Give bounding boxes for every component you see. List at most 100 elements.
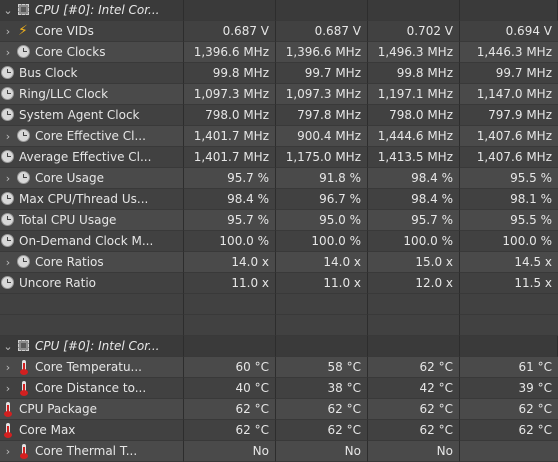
sensor-label-cell[interactable]: › ⚡ Core VIDs [0, 21, 184, 42]
sensor-label-cell[interactable]: System Agent Clock [0, 105, 184, 126]
group-header[interactable]: ⌄ CPU [#0]: Intel Cor... [0, 336, 558, 357]
sensor-value-cell: 1,407.6 MHz [460, 126, 558, 147]
sensor-label-cell[interactable]: › Core Thermal T... [0, 441, 184, 462]
sensor-label-cell[interactable]: Total CPU Usage [0, 210, 184, 231]
chevron-right-icon[interactable]: › [0, 441, 16, 461]
sensor-row[interactable]: › Core Effective Cl... 1,401.7 MHz 900.4 MH… [0, 126, 558, 147]
sensor-value-cell: 0.687 V [184, 21, 276, 42]
sensor-value-cell: 14.5 x [460, 252, 558, 273]
sensor-row[interactable]: Uncore Ratio 11.0 x 11.0 x 12.0 x 11.5 x [0, 273, 558, 294]
sensor-row[interactable]: › Core Temperatu... 60 °C 58 °C 62 °C 61 °C [0, 357, 558, 378]
chevron-right-icon[interactable]: › [0, 378, 16, 398]
sensor-label: Bus Clock [19, 65, 78, 80]
sensor-label-cell[interactable]: Ring/LLC Clock [0, 84, 184, 105]
sensor-row[interactable]: Bus Clock 99.8 MHz 99.7 MHz 99.8 MHz 99.7 MH… [0, 63, 558, 84]
sensor-value-cell: 1,444.6 MHz [368, 126, 460, 147]
sensor-label-cell[interactable]: › Core Effective Cl... [0, 126, 184, 147]
clock-icon-shape [1, 213, 14, 226]
sensor-value-cell: No [184, 441, 276, 462]
sensor-label-cell[interactable]: On-Demand Clock M... [0, 231, 184, 252]
clock-icon [0, 86, 16, 102]
chevron-down-icon[interactable]: ⌄ [0, 336, 16, 356]
sensor-row[interactable]: › Core Distance to... 40 °C 38 °C 42 °C 39 °C [0, 378, 558, 399]
sensor-row[interactable]: CPU Package 62 °C 62 °C 62 °C 62 °C [0, 399, 558, 420]
clock-icon-shape [1, 192, 14, 205]
sensor-row[interactable]: Average Effective Cl... 1,401.7 MHz 1,175.… [0, 147, 558, 168]
chevron-right-icon[interactable]: › [0, 357, 16, 377]
cpu-chip-icon-shape [18, 4, 29, 15]
group-header-cell [276, 0, 368, 21]
separator-cell [184, 315, 276, 336]
chevron-right-icon[interactable]: › [0, 168, 16, 188]
sensor-value-cell: 900.4 MHz [276, 126, 368, 147]
sensor-row[interactable]: › Core Usage 95.7 % 91.8 % 98.4 % 95.5 % [0, 168, 558, 189]
clock-icon [0, 65, 16, 81]
sensor-label-cell[interactable]: Max CPU/Thread Us... [0, 189, 184, 210]
clock-icon-shape [1, 276, 14, 289]
sensor-label: Uncore Ratio [19, 275, 97, 290]
sensor-row[interactable]: On-Demand Clock M... 100.0 % 100.0 % 100.0 … [0, 231, 558, 252]
chevron-right-icon[interactable]: › [0, 126, 16, 146]
sensor-row[interactable]: › Core Ratios 14.0 x 14.0 x 15.0 x 14.5 x [0, 252, 558, 273]
sensor-value-cell: 62 °C [368, 420, 460, 441]
clock-icon [16, 128, 32, 144]
sensor-value-cell [460, 441, 558, 462]
clock-icon [0, 107, 16, 123]
sensor-value-cell: 1,401.7 MHz [184, 147, 276, 168]
sensor-row[interactable]: Max CPU/Thread Us... 98.4 % 96.7 % 98.4 % 98… [0, 189, 558, 210]
group-header-cell [184, 336, 276, 357]
clock-icon-shape [1, 87, 14, 100]
sensor-value-cell: 95.7 % [184, 210, 276, 231]
thermometer-icon [0, 401, 16, 417]
sensor-row[interactable]: Ring/LLC Clock 1,097.3 MHz 1,097.3 MHz 1,19… [0, 84, 558, 105]
sensor-label-cell[interactable]: Bus Clock [0, 63, 184, 84]
sensor-label: Core Effective Cl... [35, 128, 146, 143]
sensor-value-cell: 0.687 V [276, 21, 368, 42]
sensor-value-cell: 14.0 x [276, 252, 368, 273]
chevron-down-icon[interactable]: ⌄ [0, 0, 16, 20]
sensor-label-cell[interactable]: Average Effective Cl... [0, 147, 184, 168]
sensor-value-cell: 99.7 MHz [276, 63, 368, 84]
clock-icon [0, 212, 16, 228]
chevron-right-icon[interactable]: › [0, 42, 16, 62]
sensor-label-cell[interactable]: CPU Package [0, 399, 184, 420]
sensor-row[interactable]: › ⚡ Core VIDs 0.687 V 0.687 V 0.702 V 0.694 V [0, 21, 558, 42]
sensor-label-cell[interactable]: › Core Usage [0, 168, 184, 189]
chevron-right-icon[interactable]: › [0, 21, 16, 41]
group-header-cell [368, 0, 460, 21]
sensor-value-cell: 38 °C [276, 378, 368, 399]
sensor-label-cell[interactable]: › Core Temperatu... [0, 357, 184, 378]
clock-icon-shape [1, 234, 14, 247]
chevron-right-icon[interactable]: › [0, 252, 16, 272]
cpu-chip-icon-shape [18, 340, 29, 351]
group-header-label-cell[interactable]: ⌄ CPU [#0]: Intel Cor... [0, 0, 184, 21]
sensor-label-cell[interactable]: Core Max [0, 420, 184, 441]
sensor-label-cell[interactable]: Uncore Ratio [0, 273, 184, 294]
sensor-label-cell[interactable]: › Core Ratios [0, 252, 184, 273]
clock-icon [0, 233, 16, 249]
sensor-label: Max CPU/Thread Us... [19, 191, 149, 206]
sensor-value-cell: 62 °C [276, 399, 368, 420]
group-header-cell [184, 0, 276, 21]
sensor-label-cell[interactable]: › Core Distance to... [0, 378, 184, 399]
clock-icon-shape [1, 150, 14, 163]
sensor-value-cell: 12.0 x [368, 273, 460, 294]
sensor-value-cell: 1,097.3 MHz [184, 84, 276, 105]
sensor-value-cell: 15.0 x [368, 252, 460, 273]
sensor-row[interactable]: Core Max 62 °C 62 °C 62 °C 62 °C [0, 420, 558, 441]
sensor-row[interactable]: › Core Thermal T... No No No [0, 441, 558, 462]
sensor-value-cell: 95.0 % [276, 210, 368, 231]
sensor-row[interactable]: System Agent Clock 798.0 MHz 797.8 MHz 798.… [0, 105, 558, 126]
sensor-value-cell: 60 °C [184, 357, 276, 378]
group-header[interactable]: ⌄ CPU [#0]: Intel Cor... [0, 0, 558, 21]
sensor-value-cell: 11.5 x [460, 273, 558, 294]
group-header-label-cell[interactable]: ⌄ CPU [#0]: Intel Cor... [0, 336, 184, 357]
sensor-row[interactable]: › Core Clocks 1,396.6 MHz 1,396.6 MHz 1,496.… [0, 42, 558, 63]
sensor-label-cell[interactable]: › Core Clocks [0, 42, 184, 63]
separator-row [0, 315, 558, 336]
sensor-value-cell: 797.9 MHz [460, 105, 558, 126]
voltage-bolt-icon-glyph: ⚡ [18, 23, 28, 39]
separator-cell [0, 294, 184, 315]
sensor-value-cell: 1,097.3 MHz [276, 84, 368, 105]
sensor-row[interactable]: Total CPU Usage 95.7 % 95.0 % 95.7 % 95.5 % [0, 210, 558, 231]
